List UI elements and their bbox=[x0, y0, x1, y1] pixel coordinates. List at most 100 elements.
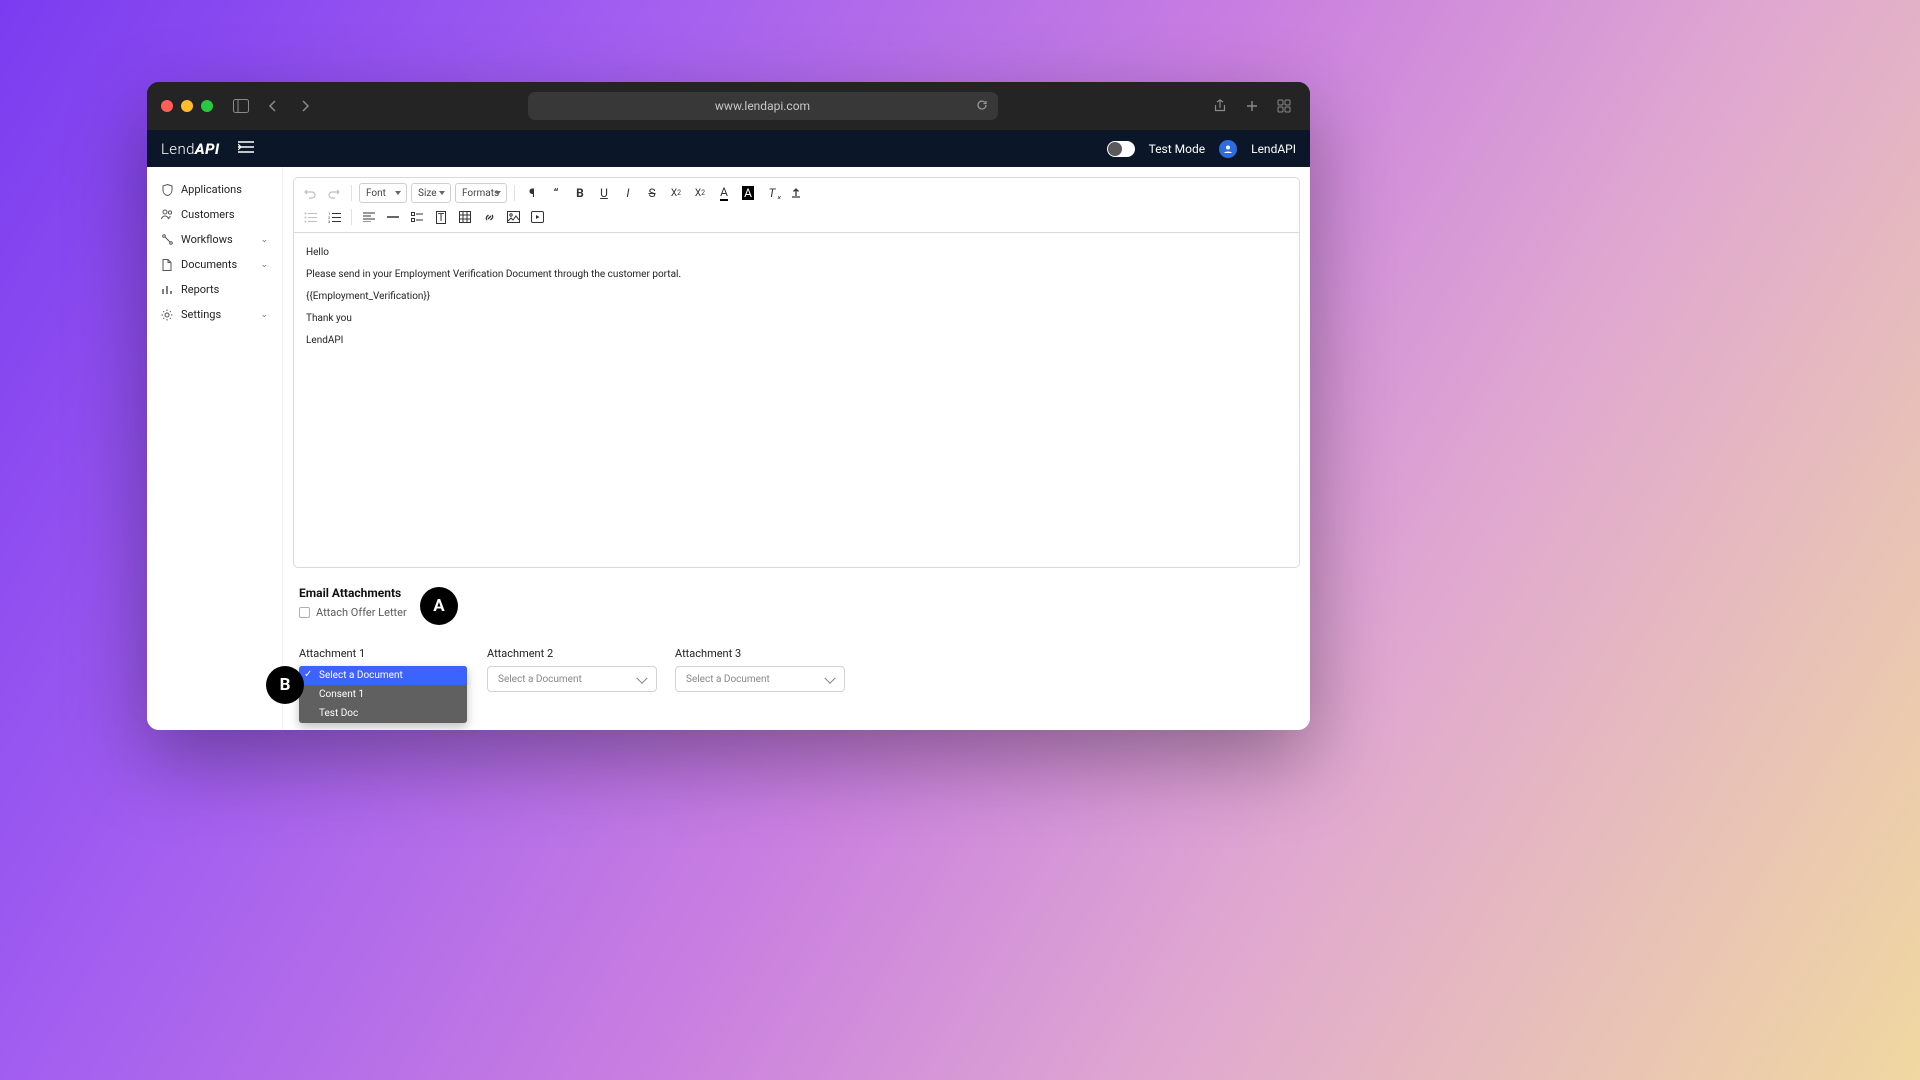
chevron-down-icon: ⌄ bbox=[260, 235, 268, 245]
sidebar-item-settings[interactable]: Settings ⌄ bbox=[151, 302, 278, 327]
sidebar-item-label: Workflows bbox=[181, 233, 233, 246]
app-logo: LendAPI bbox=[161, 140, 220, 158]
hr-icon[interactable] bbox=[383, 207, 403, 227]
nav-forward-button[interactable] bbox=[293, 94, 317, 118]
dropdown-option-select[interactable]: ✓ Select a Document bbox=[299, 666, 467, 685]
attachment-1-group: Attachment 1 ✓ Select a Document Consent… bbox=[299, 647, 469, 692]
main-content: Font Size Formats ¶ “ B U I S X2 X2 A A … bbox=[283, 167, 1310, 730]
account-avatar[interactable] bbox=[1219, 140, 1237, 158]
attachment-label: Attachment 2 bbox=[487, 647, 657, 660]
attachment-3-group: Attachment 3 Select a Document bbox=[675, 647, 845, 692]
svg-text:3: 3 bbox=[328, 219, 330, 223]
attachment-2-select[interactable]: Select a Document bbox=[487, 666, 657, 692]
sidebar-item-workflows[interactable]: Workflows ⌄ bbox=[151, 227, 278, 252]
dropdown-option-testdoc[interactable]: Test Doc bbox=[299, 704, 467, 723]
font-select[interactable]: Font bbox=[359, 183, 407, 203]
window-close-button[interactable] bbox=[161, 100, 173, 112]
account-label: LendAPI bbox=[1251, 142, 1296, 156]
sidebar-item-label: Applications bbox=[181, 183, 242, 196]
attachment-1-dropdown[interactable]: ✓ Select a Document Consent 1 Test Doc bbox=[299, 666, 467, 723]
link-icon[interactable] bbox=[479, 207, 499, 227]
sidebar: Applications Customers Workflows ⌄ Docum… bbox=[147, 167, 283, 730]
email-attachments-section: Email Attachments Attach Offer Letter At… bbox=[293, 568, 1300, 692]
sidebar-toggle-icon[interactable] bbox=[229, 94, 253, 118]
italic-icon[interactable]: I bbox=[618, 183, 638, 203]
editor-line: Thank you bbox=[306, 311, 1287, 327]
logo-post: API bbox=[195, 140, 220, 158]
attachment-2-group: Attachment 2 Select a Document bbox=[487, 647, 657, 692]
superscript-icon[interactable]: X2 bbox=[690, 183, 710, 203]
text-color-icon[interactable]: A bbox=[714, 183, 734, 203]
chevron-down-icon: ⌄ bbox=[260, 310, 268, 320]
text-box-icon[interactable]: T bbox=[431, 207, 451, 227]
attachment-label: Attachment 3 bbox=[675, 647, 845, 660]
chevron-down-icon: ⌄ bbox=[260, 260, 268, 270]
numbered-list-icon[interactable]: 123 bbox=[324, 207, 344, 227]
test-mode-label: Test Mode bbox=[1149, 142, 1206, 156]
browser-chrome: www.lendapi.com bbox=[147, 82, 1310, 130]
clear-format-icon[interactable]: T× bbox=[762, 183, 782, 203]
checkbox-icon bbox=[299, 607, 310, 618]
upload-icon[interactable] bbox=[786, 183, 806, 203]
sidebar-item-label: Settings bbox=[181, 308, 221, 321]
header-right: Test Mode LendAPI bbox=[1107, 140, 1296, 158]
blockquote-icon[interactable]: “ bbox=[546, 183, 566, 203]
app-header: LendAPI Test Mode LendAPI bbox=[147, 130, 1310, 167]
app-body: Applications Customers Workflows ⌄ Docum… bbox=[147, 167, 1310, 730]
sidebar-item-label: Customers bbox=[181, 208, 235, 221]
highlight-icon[interactable]: A bbox=[738, 183, 758, 203]
sidebar-item-reports[interactable]: Reports bbox=[151, 277, 278, 302]
new-tab-icon[interactable] bbox=[1240, 94, 1264, 118]
shield-icon bbox=[161, 184, 173, 196]
traffic-lights bbox=[161, 100, 213, 112]
annotation-a: A bbox=[420, 587, 458, 625]
users-icon bbox=[161, 209, 173, 221]
sidebar-item-applications[interactable]: Applications bbox=[151, 177, 278, 202]
nav-back-button[interactable] bbox=[261, 94, 285, 118]
attachment-label: Attachment 1 bbox=[299, 647, 469, 660]
flow-icon bbox=[161, 234, 173, 246]
sidebar-item-label: Reports bbox=[181, 283, 219, 296]
size-select[interactable]: Size bbox=[411, 183, 451, 203]
editor-line: Hello bbox=[306, 245, 1287, 261]
gear-icon bbox=[161, 309, 173, 321]
undo-icon bbox=[300, 183, 320, 203]
media-icon[interactable] bbox=[527, 207, 547, 227]
bulleted-list-icon[interactable] bbox=[300, 207, 320, 227]
editor-line: LendAPI bbox=[306, 333, 1287, 349]
align-icon[interactable] bbox=[359, 207, 379, 227]
test-mode-toggle[interactable] bbox=[1107, 141, 1135, 157]
editor-body[interactable]: Hello Please send in your Employment Ver… bbox=[293, 232, 1300, 568]
share-icon[interactable] bbox=[1208, 94, 1232, 118]
table-icon[interactable] bbox=[455, 207, 475, 227]
tab-overview-icon[interactable] bbox=[1272, 94, 1296, 118]
editor-line: Please send in your Employment Verificat… bbox=[306, 267, 1287, 283]
window-minimize-button[interactable] bbox=[181, 100, 193, 112]
editor-toolbar: Font Size Formats ¶ “ B U I S X2 X2 A A … bbox=[293, 177, 1300, 232]
sidebar-item-label: Documents bbox=[181, 258, 237, 271]
chart-icon bbox=[161, 284, 173, 296]
url-text: www.lendapi.com bbox=[528, 99, 998, 113]
attachment-3-select[interactable]: Select a Document bbox=[675, 666, 845, 692]
sidebar-item-customers[interactable]: Customers bbox=[151, 202, 278, 227]
sidebar-item-documents[interactable]: Documents ⌄ bbox=[151, 252, 278, 277]
annotation-b: B bbox=[266, 666, 304, 704]
doc-icon bbox=[161, 259, 173, 271]
reload-icon[interactable] bbox=[976, 99, 988, 114]
subscript-icon[interactable]: X2 bbox=[666, 183, 686, 203]
strikethrough-icon[interactable]: S bbox=[642, 183, 662, 203]
paragraph-icon[interactable]: ¶ bbox=[522, 183, 542, 203]
image-icon[interactable] bbox=[503, 207, 523, 227]
browser-window: www.lendapi.com LendAPI Test Mode bbox=[147, 82, 1310, 730]
formats-select[interactable]: Formats bbox=[455, 183, 507, 203]
checkbox-label: Attach Offer Letter bbox=[316, 606, 407, 619]
url-bar[interactable]: www.lendapi.com bbox=[528, 92, 998, 120]
bold-icon[interactable]: B bbox=[570, 183, 590, 203]
window-maximize-button[interactable] bbox=[201, 100, 213, 112]
editor-line: {{Employment_Verification}} bbox=[306, 289, 1287, 305]
sidebar-collapse-icon[interactable] bbox=[238, 141, 254, 157]
redo-icon bbox=[324, 183, 344, 203]
underline-icon[interactable]: U bbox=[594, 183, 614, 203]
dropdown-option-consent1[interactable]: Consent 1 bbox=[299, 685, 467, 704]
checklist-icon[interactable] bbox=[407, 207, 427, 227]
